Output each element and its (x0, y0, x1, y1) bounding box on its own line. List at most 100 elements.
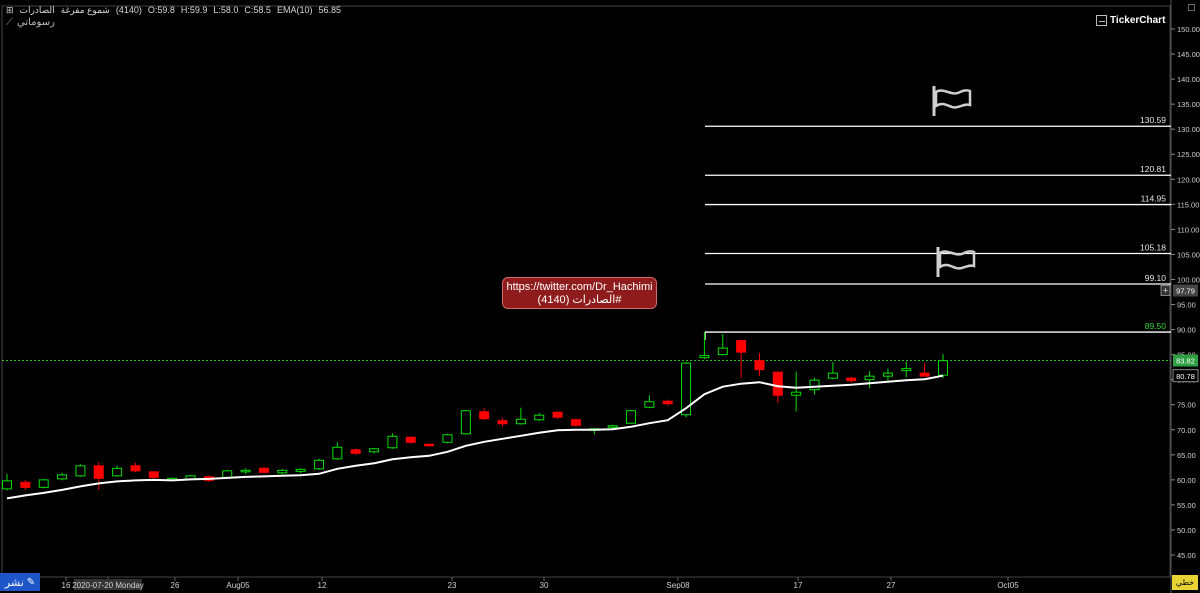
brand-icon (1096, 14, 1107, 26)
y-tick-label: 70.00 (1177, 426, 1196, 435)
candle-body[interactable] (846, 377, 857, 382)
annotation-hashtag: #الصادرات (4140) (537, 294, 622, 306)
scale-mode-label: خطي (1175, 578, 1195, 587)
candle-body[interactable] (405, 436, 416, 443)
candle-body[interactable] (772, 371, 783, 396)
candle-body[interactable] (424, 443, 435, 447)
header-open: O:59.8 (147, 5, 175, 15)
candle-body[interactable] (534, 414, 545, 421)
candle-body[interactable] (442, 434, 453, 443)
candle-body[interactable] (75, 465, 86, 477)
candle-body[interactable] (38, 479, 49, 488)
candle-body[interactable] (130, 465, 141, 472)
y-tick-label: 100.00 (1177, 275, 1200, 284)
candle-body[interactable] (20, 481, 31, 488)
candle-body[interactable] (717, 347, 728, 356)
y-tick-label: 55.00 (1177, 501, 1196, 510)
pen-icon: ✎ (26, 576, 36, 588)
y-tick-label: 45.00 (1177, 551, 1196, 560)
ema-value: 80.78 (1176, 372, 1195, 381)
candle-body[interactable] (882, 372, 893, 377)
header-symbol: الصادرات (19, 4, 55, 15)
candle-body[interactable] (919, 372, 930, 377)
candle-body[interactable] (938, 360, 948, 376)
settings-icon[interactable]: ▢ (1187, 3, 1196, 12)
candle-body[interactable] (607, 425, 618, 428)
y-tick-label: 115.00 (1177, 200, 1199, 209)
candle-body[interactable] (57, 474, 68, 480)
chart-header: ⊞ الصادرات شموع مفرغة (4140) O:59.8 H:59… (6, 3, 341, 17)
x-tick-label: 23 (448, 581, 457, 590)
flag-cloth (934, 89, 972, 109)
publish-button[interactable]: نشر ✎ (0, 573, 40, 591)
y-tick-label: 125.00 (1177, 150, 1200, 159)
candle-body[interactable] (295, 468, 306, 472)
brand-logo: TickerChart (1096, 13, 1166, 27)
candle-body[interactable] (626, 410, 636, 424)
level-label: 120.81 (1140, 164, 1166, 174)
scale-mode-button[interactable]: خطي (1172, 575, 1198, 590)
candle-body[interactable] (479, 411, 490, 420)
level-label: 99.10 (1145, 273, 1167, 283)
x-tick-label: 16 (62, 581, 71, 590)
candle-body[interactable] (277, 469, 288, 474)
level-label: 89.50 (1145, 321, 1167, 331)
candle-body[interactable] (222, 470, 233, 478)
header-close: C:58.5 (244, 5, 271, 15)
drawings-label: رسوماتي (17, 17, 55, 28)
candle-body[interactable] (699, 355, 710, 359)
header-ema-label: EMA(10) (276, 5, 313, 15)
annotation-callout[interactable]: https://twitter.com/Dr_Hachimi #الصادرات… (502, 277, 657, 309)
publish-label: نشر (4, 576, 24, 589)
x-tick-label: Oct05 (997, 581, 1019, 590)
candle-body[interactable] (864, 375, 875, 381)
y-tick-label: 150.00 (1177, 25, 1200, 34)
y-tick-label: 75.00 (1177, 401, 1196, 410)
ema-line[interactable] (6, 374, 944, 500)
flag-icon-upper[interactable] (932, 86, 972, 116)
candle-body[interactable] (827, 372, 838, 379)
candle-body[interactable] (901, 368, 912, 372)
x-tick-label: 12 (318, 581, 327, 590)
candle-body[interactable] (460, 410, 471, 435)
y-tick-label: 105.00 (1177, 250, 1200, 259)
candle-body[interactable] (148, 471, 159, 478)
y-tick-label: 110.00 (1177, 225, 1199, 234)
y-tick-label: 130.00 (1177, 125, 1200, 134)
brand-label: TickerChart (1110, 14, 1166, 26)
candle-body[interactable] (570, 419, 581, 426)
candle-body[interactable] (2, 480, 12, 490)
cursor-value: 97.79 (1176, 287, 1195, 296)
candle-body[interactable] (387, 435, 398, 449)
y-tick-label: 145.00 (1177, 50, 1200, 59)
candle-body[interactable] (754, 360, 765, 371)
candle-body[interactable] (644, 401, 655, 408)
drawings-icon: ⟋ (6, 17, 13, 28)
chart-stage: 150.00 145.00 140.00 135.00 130.00 125.00 120.… (0, 0, 1200, 593)
candle-body[interactable] (791, 391, 802, 396)
x-tick-label: Aug05 (226, 581, 250, 590)
level-label: 105.18 (1140, 243, 1166, 253)
candle-body[interactable] (662, 400, 673, 405)
x-tick-label: 2020-07-20 Monday (72, 581, 144, 590)
candle-body[interactable] (552, 411, 563, 418)
y-tick-label: 90.00 (1177, 326, 1196, 335)
candle-body[interactable] (240, 469, 251, 473)
candle-body[interactable] (332, 446, 343, 460)
level-label: 114.95 (1141, 194, 1167, 204)
candle-body[interactable] (369, 448, 380, 453)
flag-icon-lower[interactable] (936, 247, 976, 277)
level-label: 130.59 (1140, 115, 1166, 125)
drawings-toggle[interactable]: ⟋ رسوماتي (6, 17, 55, 28)
candle-body[interactable] (515, 418, 526, 425)
candle-body[interactable] (314, 459, 324, 470)
candle-body[interactable] (93, 465, 104, 479)
candle-body[interactable] (350, 449, 361, 454)
header-ema-value: 56.85 (318, 5, 341, 15)
candle-body[interactable] (809, 379, 820, 391)
candle-body[interactable] (258, 467, 269, 473)
candle-body[interactable] (112, 467, 123, 477)
candle-body[interactable] (497, 420, 508, 425)
y-tick-label: 50.00 (1177, 526, 1196, 535)
candle-body[interactable] (736, 340, 747, 353)
